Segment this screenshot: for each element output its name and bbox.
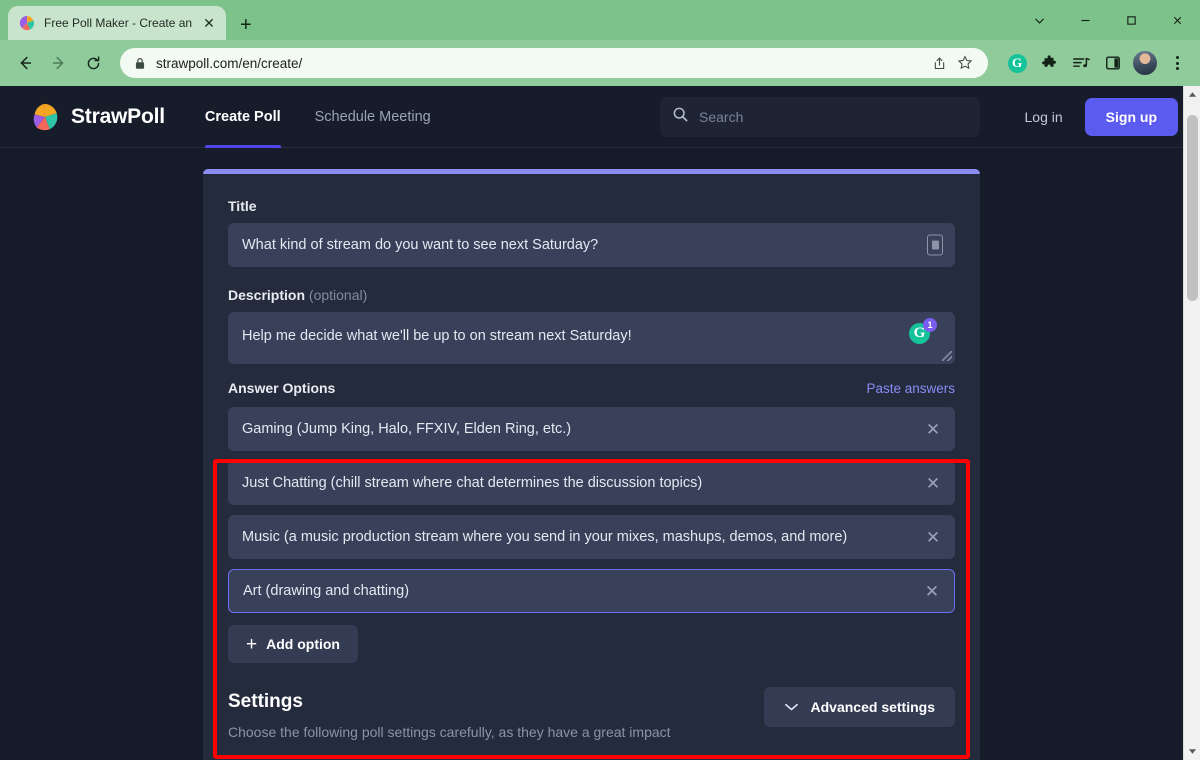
search-input[interactable]: Search <box>660 96 980 137</box>
strawpoll-pie-logo-icon <box>30 102 60 132</box>
nav-item-label: Create Poll <box>204 108 281 125</box>
url-text: strawpoll.com/en/create/ <box>156 55 303 71</box>
tab-strip: Free Poll Maker - Create an Onlin ✕ + <box>0 0 1200 40</box>
profile-avatar[interactable] <box>1132 50 1158 76</box>
description-textarea[interactable]: Help me decide what we'll be up to on st… <box>228 312 955 364</box>
answer-options-section: Answer Options Paste answers Gaming (Jum… <box>213 368 970 663</box>
tab-title: Free Poll Maker - Create an Onlin <box>44 16 192 30</box>
new-tab-button[interactable]: + <box>240 15 252 35</box>
paste-answers-link[interactable]: Paste answers <box>866 381 955 396</box>
scrollbar-thumb[interactable] <box>1187 115 1198 301</box>
answer-option-value: Music (a music production stream where y… <box>242 529 848 545</box>
extensions-puzzle-icon[interactable] <box>1036 50 1062 76</box>
site-header: StrawPoll Create Poll Schedule Meeting S… <box>0 86 1200 148</box>
description-optional-text: (optional) <box>308 287 368 303</box>
site-nav: Create Poll Schedule Meeting <box>204 86 431 148</box>
remove-option-icon[interactable]: ✕ <box>922 581 942 601</box>
answer-options-header: Answer Options Paste answers <box>228 380 955 396</box>
page-viewport: StrawPoll Create Poll Schedule Meeting S… <box>0 86 1200 760</box>
settings-section: Settings Choose the following poll setti… <box>203 663 980 744</box>
description-field-label: Description (optional) <box>228 287 955 303</box>
star-icon[interactable] <box>952 50 978 76</box>
search-placeholder: Search <box>699 108 744 125</box>
title-input[interactable]: What kind of stream do you want to see n… <box>228 223 955 267</box>
site-logo[interactable]: StrawPoll <box>30 102 165 132</box>
grammarly-extension-icon[interactable]: G <box>1004 50 1030 76</box>
extension-icons: G <box>1000 50 1190 76</box>
auth-actions: Log in Sign up <box>1025 97 1178 136</box>
scroll-down-arrow-icon[interactable] <box>1184 743 1200 760</box>
settings-subtitle: Choose the following poll settings caref… <box>228 724 671 740</box>
add-option-label: Add option <box>266 636 340 652</box>
poll-form-card: Title What kind of stream do you want to… <box>203 169 980 760</box>
forward-arrow-icon[interactable] <box>44 48 74 78</box>
maximize-button[interactable] <box>1108 0 1154 40</box>
advanced-settings-button[interactable]: Advanced settings <box>763 687 955 727</box>
close-window-button[interactable] <box>1154 0 1200 40</box>
answer-option-value: Art (drawing and chatting) <box>243 583 410 599</box>
tab-search-chevron-icon[interactable] <box>1016 0 1062 40</box>
reload-icon[interactable] <box>78 48 108 78</box>
remove-option-icon[interactable]: ✕ <box>923 527 943 547</box>
title-field-label: Title <box>228 198 257 214</box>
window-controls <box>1016 0 1200 40</box>
page-scrollbar[interactable] <box>1183 86 1200 760</box>
address-bar[interactable]: strawpoll.com/en/create/ <box>120 48 988 78</box>
brand-name: StrawPoll <box>71 104 165 128</box>
minimize-button[interactable] <box>1062 0 1108 40</box>
media-playlist-icon[interactable] <box>1068 50 1094 76</box>
answer-option-value: Just Chatting (chill stream where chat d… <box>242 475 703 491</box>
side-panel-icon[interactable] <box>1100 50 1126 76</box>
browser-tab[interactable]: Free Poll Maker - Create an Onlin ✕ <box>8 6 226 40</box>
answer-options-label: Answer Options <box>228 380 336 396</box>
answer-option-row[interactable]: Music (a music production stream where y… <box>228 515 955 559</box>
signup-button[interactable]: Sign up <box>1084 97 1178 136</box>
plus-icon: + <box>246 633 258 655</box>
nav-item-schedule-meeting[interactable]: Schedule Meeting <box>315 86 431 148</box>
card-body: Title What kind of stream do you want to… <box>203 174 980 364</box>
search-icon <box>672 106 689 128</box>
remove-option-icon[interactable]: ✕ <box>923 473 943 493</box>
nav-item-label: Schedule Meeting <box>314 108 431 125</box>
tab-close-icon[interactable]: ✕ <box>201 16 217 30</box>
nav-item-create-poll[interactable]: Create Poll <box>204 86 281 148</box>
remove-option-icon[interactable]: ✕ <box>923 419 943 439</box>
strawpoll-favicon <box>19 15 35 31</box>
grammarly-badge-icon[interactable]: G 1 <box>909 318 937 344</box>
answer-option-row[interactable]: Gaming (Jump King, Halo, FFXIV, Elden Ri… <box>228 407 955 451</box>
browser-toolbar: strawpoll.com/en/create/ G <box>0 40 1200 86</box>
login-link[interactable]: Log in <box>1025 109 1063 125</box>
description-value: Help me decide what we'll be up to on st… <box>242 328 632 344</box>
chevron-down-icon <box>784 699 799 715</box>
scroll-up-arrow-icon[interactable] <box>1184 86 1200 103</box>
chrome-menu-icon[interactable] <box>1164 50 1190 76</box>
answer-option-row[interactable]: Just Chatting (chill stream where chat d… <box>228 461 955 505</box>
title-input-value: What kind of stream do you want to see n… <box>242 237 599 253</box>
back-arrow-icon[interactable] <box>10 48 40 78</box>
answer-option-value: Gaming (Jump King, Halo, FFXIV, Elden Ri… <box>242 421 572 437</box>
share-icon[interactable] <box>926 50 952 76</box>
grammarly-count-badge: 1 <box>923 318 937 332</box>
title-template-icon[interactable] <box>927 234 943 256</box>
textarea-resize-handle[interactable] <box>942 351 952 361</box>
advanced-settings-label: Advanced settings <box>810 699 935 715</box>
browser-window: Free Poll Maker - Create an Onlin ✕ + <box>0 0 1200 760</box>
add-option-button[interactable]: + Add option <box>228 625 358 663</box>
lock-icon <box>134 57 146 70</box>
answer-option-row-focused[interactable]: Art (drawing and chatting) ✕ <box>228 569 955 613</box>
description-label-text: Description <box>228 287 306 303</box>
